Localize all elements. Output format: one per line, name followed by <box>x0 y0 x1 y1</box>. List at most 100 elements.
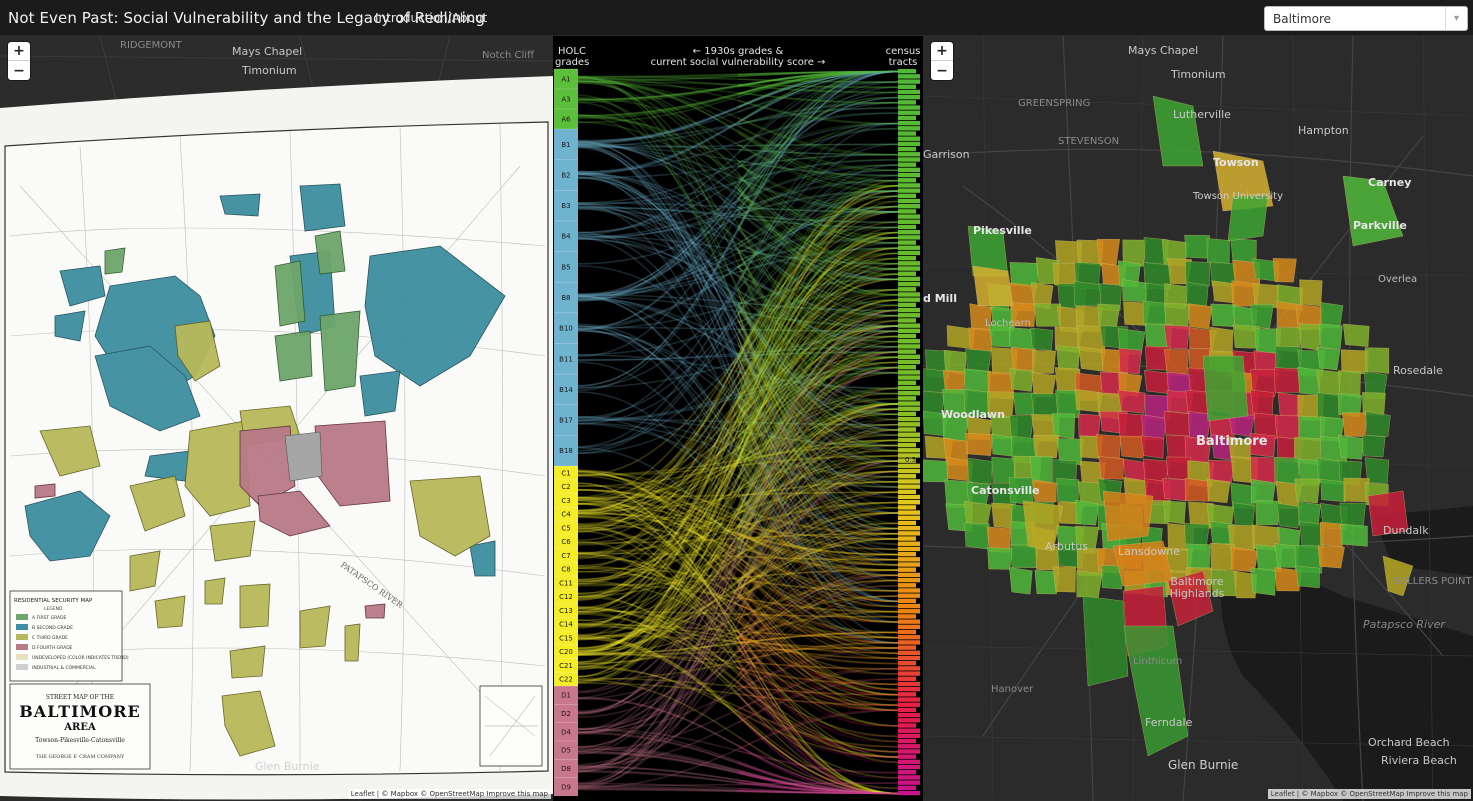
intro-about-link[interactable]: Introduction/About <box>375 11 487 25</box>
census-tract-bar[interactable] <box>898 749 920 754</box>
census-tract[interactable] <box>1295 565 1320 589</box>
census-tract[interactable] <box>1364 347 1390 374</box>
census-tract[interactable] <box>987 547 1014 570</box>
census-tract[interactable] <box>1317 545 1345 569</box>
census-tract-bar[interactable] <box>898 640 920 645</box>
census-tract[interactable] <box>1164 411 1192 438</box>
census-tract-bar[interactable] <box>898 328 920 334</box>
census-tract-bar[interactable] <box>898 115 916 121</box>
census-tract[interactable] <box>1122 279 1150 303</box>
census-tract-bar[interactable] <box>898 562 920 567</box>
census-tract-bar[interactable] <box>898 557 920 562</box>
census-tract-bar[interactable] <box>898 141 920 147</box>
census-tract-bar[interactable] <box>898 536 916 541</box>
census-tract-bar[interactable] <box>898 624 920 630</box>
census-tract-bar[interactable] <box>898 94 920 100</box>
census-tract[interactable] <box>1209 326 1234 355</box>
census-tract-bar[interactable] <box>898 89 920 95</box>
census-tract[interactable] <box>1010 544 1039 568</box>
census-tract-bar[interactable] <box>898 167 920 173</box>
census-tract-bar[interactable] <box>898 655 920 661</box>
census-tract[interactable] <box>1184 477 1212 502</box>
census-tract-bar[interactable] <box>898 635 920 640</box>
census-tract-bar[interactable] <box>898 245 920 250</box>
census-tract-bar[interactable] <box>898 770 916 775</box>
census-tract[interactable] <box>1276 502 1302 529</box>
census-tract-bar[interactable] <box>898 126 920 131</box>
census-tract-bar[interactable] <box>898 489 916 495</box>
census-tract-bar[interactable] <box>898 603 920 609</box>
census-tract-bar[interactable] <box>898 515 920 520</box>
census-tract-bar[interactable] <box>898 344 920 349</box>
census-tract-bar[interactable] <box>898 790 920 796</box>
census-tract[interactable] <box>1365 411 1391 437</box>
census-tract[interactable] <box>1118 347 1142 375</box>
map-attribution[interactable]: Leaflet | © Mapbox © OpenStreetMap Impro… <box>1267 789 1471 799</box>
census-tract-bar[interactable] <box>898 614 916 619</box>
census-tract-bar[interactable] <box>898 375 920 380</box>
census-tract-bar[interactable] <box>898 775 920 780</box>
census-tract-bar[interactable] <box>898 437 920 443</box>
census-tract[interactable] <box>1030 327 1054 351</box>
census-tract-bar[interactable] <box>898 157 920 162</box>
census-tract[interactable] <box>1361 434 1386 458</box>
census-tract[interactable] <box>1102 490 1154 542</box>
census-tract[interactable] <box>991 502 1015 529</box>
census-tract[interactable] <box>1009 368 1034 392</box>
census-tract[interactable] <box>1052 566 1076 593</box>
census-tract-bar[interactable] <box>898 307 920 313</box>
census-tract[interactable] <box>1184 234 1211 259</box>
census-tract[interactable] <box>991 433 1015 457</box>
census-tract-bar[interactable] <box>898 551 916 557</box>
census-tract[interactable] <box>1206 478 1231 504</box>
census-tract-bar[interactable] <box>898 183 920 188</box>
census-tract-bar[interactable] <box>898 422 920 427</box>
census-tract[interactable] <box>1082 595 1129 687</box>
census-tract[interactable] <box>1051 413 1076 439</box>
census-tract-bar[interactable] <box>898 754 916 759</box>
census-tract-bar[interactable] <box>898 531 920 536</box>
census-tract-bar[interactable] <box>898 281 920 287</box>
census-tract-bar[interactable] <box>898 271 916 276</box>
census-tract-bar[interactable] <box>898 733 920 739</box>
census-tract-bar[interactable] <box>898 738 916 744</box>
census-tract-bar[interactable] <box>898 354 920 359</box>
census-tract-bar[interactable] <box>898 370 920 375</box>
census-tract-bar[interactable] <box>898 744 920 749</box>
census-tract[interactable] <box>923 459 950 483</box>
census-tract[interactable] <box>1033 303 1061 327</box>
census-tract[interactable] <box>1163 500 1186 525</box>
social-vulnerability-map-panel[interactable]: Mays Chapel Timonium GREENSPRING Lutherv… <box>923 36 1473 801</box>
census-tract-bar[interactable] <box>898 323 920 328</box>
census-tract[interactable] <box>1273 367 1301 393</box>
census-tract-bar[interactable] <box>898 385 920 391</box>
census-tract-bar[interactable] <box>898 406 920 411</box>
census-tract-bar[interactable] <box>898 645 916 650</box>
census-tract-bar[interactable] <box>898 136 920 141</box>
census-tract[interactable] <box>1316 369 1342 397</box>
census-tract-bar[interactable] <box>898 235 920 240</box>
chevron-down-icon[interactable]: ▾ <box>1445 7 1467 30</box>
census-tract[interactable] <box>965 348 992 373</box>
census-tract[interactable] <box>1098 456 1124 480</box>
census-tract-bar[interactable] <box>898 676 916 681</box>
census-tract-bar[interactable] <box>898 541 920 546</box>
census-tract-bar[interactable] <box>898 505 916 510</box>
census-tract-bar[interactable] <box>898 266 920 271</box>
census-tract-bar[interactable] <box>898 172 920 178</box>
census-tract[interactable] <box>1097 303 1121 328</box>
census-tract[interactable] <box>972 265 1014 307</box>
census-tract-bar[interactable] <box>898 728 920 733</box>
census-tract[interactable] <box>1075 499 1099 526</box>
census-tract-bar[interactable] <box>898 261 920 266</box>
census-tract[interactable] <box>1009 567 1033 595</box>
holc-map-canvas[interactable]: PATAPSCO RIVER RESIDENTIAL SECURITY MAP … <box>0 36 553 801</box>
census-tract[interactable] <box>1078 413 1101 438</box>
census-tract-bar[interactable] <box>898 572 920 578</box>
census-tract-bar[interactable] <box>898 193 916 199</box>
census-tract-bar[interactable] <box>898 598 916 604</box>
census-tract-bar[interactable] <box>898 188 920 193</box>
census-tract-bar[interactable] <box>898 198 920 204</box>
census-tract-bar[interactable] <box>898 484 920 489</box>
census-tract-bar[interactable] <box>898 302 916 308</box>
